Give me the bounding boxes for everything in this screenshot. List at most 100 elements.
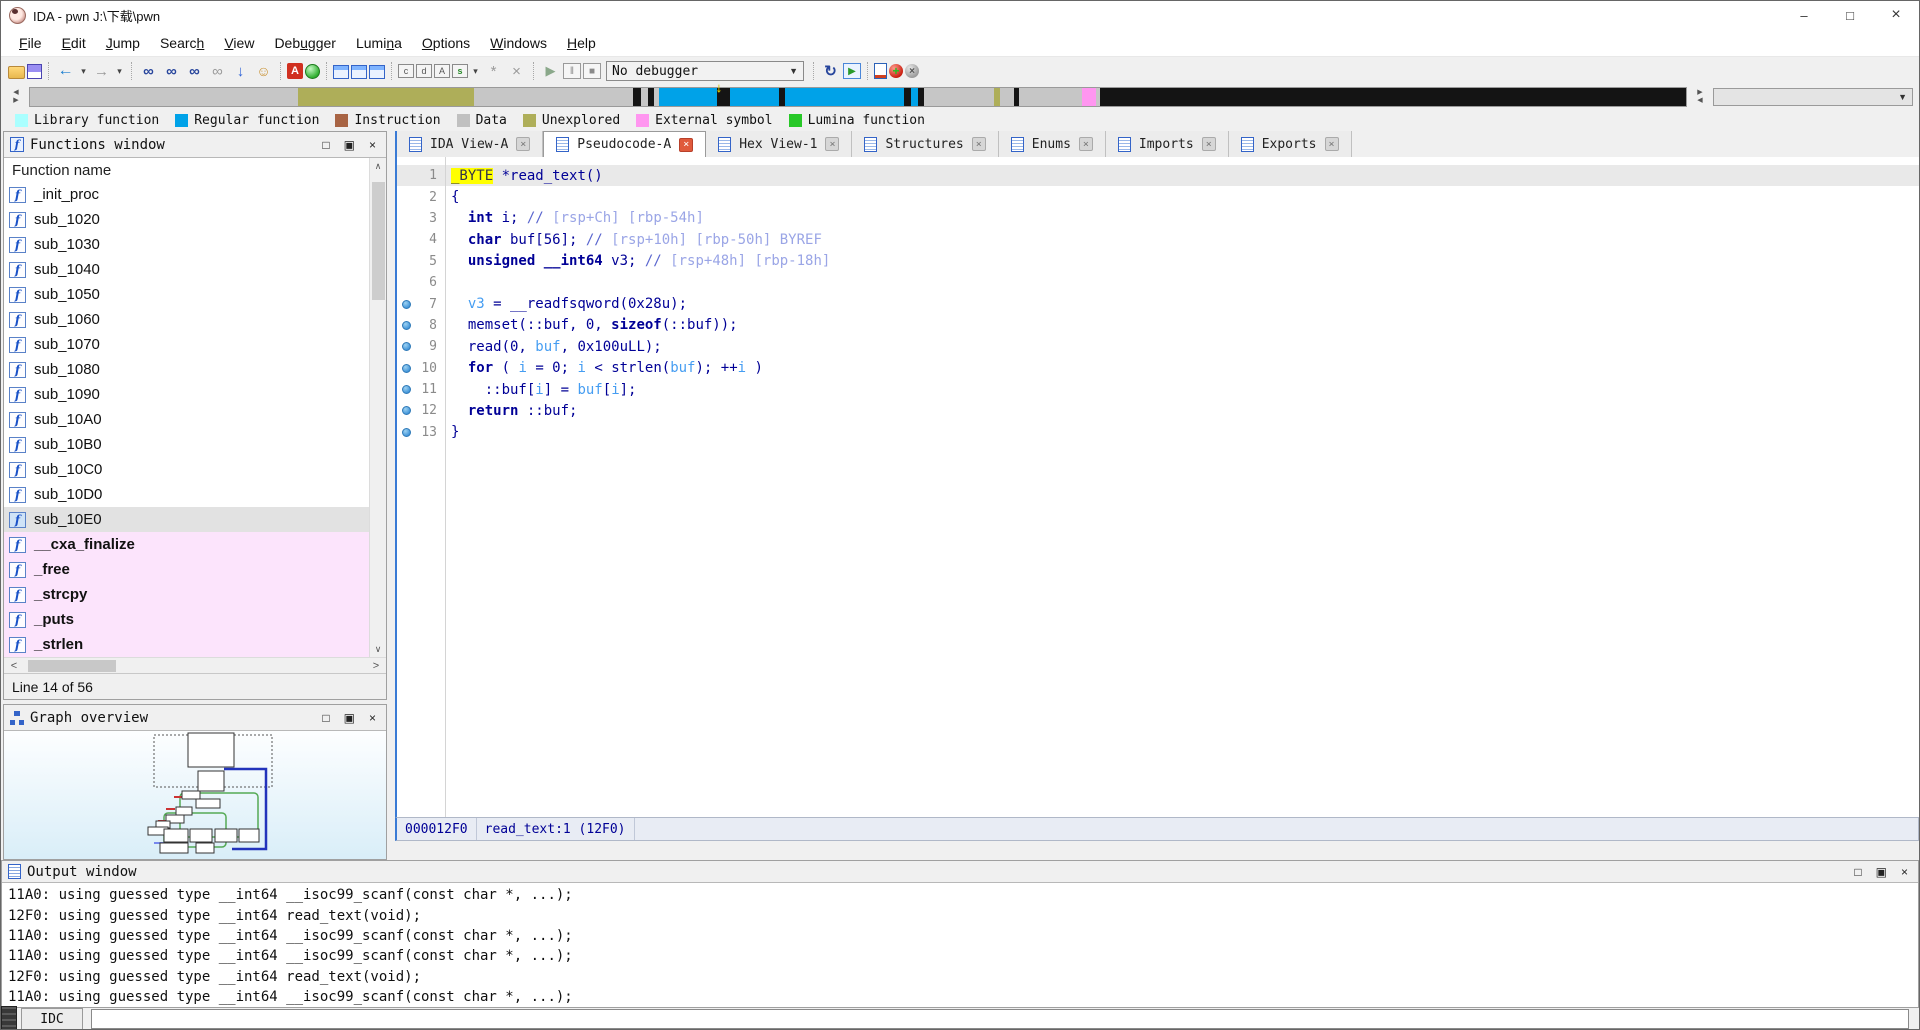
back-history-dropdown-icon[interactable]: ▾ xyxy=(78,61,89,82)
tab-close-icon[interactable]: × xyxy=(971,137,986,151)
tab-close-icon[interactable]: × xyxy=(825,137,840,151)
tab-imports[interactable]: Imports × xyxy=(1105,131,1229,157)
code-line-3[interactable]: 3 int i; // [rsp+Ch] [rbp-54h] xyxy=(397,208,1919,229)
jump-to-address-icon[interactable]: ↓ xyxy=(230,61,251,82)
code-line-7[interactable]: 7 v3 = __readfsqword(0x28u); xyxy=(397,293,1919,314)
debugger-stop-icon[interactable]: ■ xyxy=(583,63,601,79)
menu-view[interactable]: View xyxy=(214,32,264,54)
minimize-button[interactable]: – xyxy=(1781,1,1827,29)
menu-lumina[interactable]: Lumina xyxy=(346,32,412,54)
code-line-4[interactable]: 4 char buf[56]; // [rsp+10h] [rbp-50h] B… xyxy=(397,229,1919,250)
tab-close-icon[interactable]: × xyxy=(516,137,531,151)
lumina-icon[interactable] xyxy=(305,63,320,79)
script-command-icon[interactable] xyxy=(874,63,887,79)
cli-input[interactable] xyxy=(91,1009,1909,1029)
function-name-column-header[interactable]: Function name xyxy=(4,158,386,182)
close-panel-button[interactable]: × xyxy=(1901,866,1908,878)
menu-jump[interactable]: Jump xyxy=(96,32,150,54)
function-row[interactable]: f sub_1070 xyxy=(4,332,369,357)
undefine-icon[interactable]: × xyxy=(506,61,527,82)
navband-arrow-icon[interactable]: ▶ xyxy=(1694,89,1706,97)
float-panel-button[interactable]: ▣ xyxy=(344,139,355,151)
tab-close-icon[interactable]: × xyxy=(679,137,694,152)
scroll-up-icon[interactable]: ∧ xyxy=(375,158,382,174)
close-panel-button[interactable]: × xyxy=(369,139,376,151)
menu-file[interactable]: File xyxy=(9,32,52,54)
functions-horizontal-scrollbar[interactable]: < > xyxy=(4,657,386,673)
reanalyze-icon[interactable]: A xyxy=(287,63,303,79)
close-panel-button[interactable]: × xyxy=(369,712,376,724)
make-data-icon[interactable]: d xyxy=(416,64,432,78)
tab-close-icon[interactable]: × xyxy=(1324,137,1339,151)
menu-options[interactable]: Options xyxy=(412,32,480,54)
function-row[interactable]: f _strlen xyxy=(4,632,369,657)
function-row[interactable]: f _free xyxy=(4,557,369,582)
search-next-icon[interactable]: ∞ xyxy=(207,61,228,82)
recompile-icon[interactable]: ↻ xyxy=(820,61,841,82)
menu-edit[interactable]: Edit xyxy=(52,32,96,54)
add-breakpoint-icon[interactable]: + xyxy=(889,64,903,78)
function-row[interactable]: f sub_10A0 xyxy=(4,407,369,432)
float-panel-button[interactable]: ▣ xyxy=(344,712,355,724)
tab-enums[interactable]: Enums × xyxy=(998,131,1106,157)
navband-range-selector[interactable]: ▼ xyxy=(1713,88,1913,106)
tab-hex-view-1[interactable]: Hex View-1 × xyxy=(706,131,853,157)
code-line-6[interactable]: 6 xyxy=(397,272,1919,293)
navband-arrow-icon[interactable]: ▶ xyxy=(10,97,22,105)
open-hex-window-icon[interactable] xyxy=(351,65,367,79)
code-line-11[interactable]: 11 ::buf[i] = buf[i]; xyxy=(397,379,1919,400)
forward-history-dropdown-icon[interactable]: ▾ xyxy=(114,61,125,82)
vertical-scroll-thumb[interactable] xyxy=(371,182,385,300)
function-row[interactable]: f sub_10E0 xyxy=(4,507,369,532)
function-row[interactable]: f sub_1050 xyxy=(4,282,369,307)
search-immediate-icon[interactable]: ∞ xyxy=(184,61,205,82)
navband-left-arrows[interactable]: ◀ ▶ xyxy=(10,89,22,105)
tab-pseudocode-a[interactable]: Pseudocode-A × xyxy=(543,131,707,157)
function-row[interactable]: f _init_proc xyxy=(4,182,369,207)
maximize-panel-button[interactable]: □ xyxy=(322,139,329,151)
function-row[interactable]: f sub_1030 xyxy=(4,232,369,257)
function-row[interactable]: f sub_1060 xyxy=(4,307,369,332)
code-line-8[interactable]: 8 memset(::buf, 0, sizeof(::buf)); xyxy=(397,315,1919,336)
search-text-icon[interactable]: ∞ xyxy=(138,61,159,82)
function-row[interactable]: f _strcpy xyxy=(4,582,369,607)
debugger-selector[interactable]: No debugger ▼ xyxy=(606,61,804,81)
tab-close-icon[interactable]: × xyxy=(1078,137,1093,151)
collapsed-sidebar-handle[interactable] xyxy=(1,1006,17,1029)
code-line-12[interactable]: 12 return ::buf; xyxy=(397,400,1919,421)
tab-ida-view-a[interactable]: IDA View-A × xyxy=(397,131,544,157)
horizontal-scroll-thumb[interactable] xyxy=(28,659,116,672)
scroll-down-icon[interactable]: ∨ xyxy=(375,641,382,657)
pseudocode-view[interactable]: 1 _BYTE *read_text() 2{3 int i; // [rsp+Ch… xyxy=(395,157,1919,817)
tab-structures[interactable]: Structures × xyxy=(852,131,999,157)
function-row[interactable]: f sub_10D0 xyxy=(4,482,369,507)
function-row[interactable]: f sub_10C0 xyxy=(4,457,369,482)
code-line-2[interactable]: 2{ xyxy=(397,186,1919,207)
maximize-panel-button[interactable]: □ xyxy=(322,712,329,724)
menu-help[interactable]: Help xyxy=(557,32,606,54)
debugger-start-icon[interactable]: ▶ xyxy=(540,61,561,82)
navband-right-arrows[interactable]: ▶ ◀ xyxy=(1694,89,1706,105)
code-line-5[interactable]: 5 unsigned __int64 v3; // [rsp+48h] [rbp… xyxy=(397,251,1919,272)
menu-search[interactable]: Search xyxy=(150,32,214,54)
navigate-forward-icon[interactable]: → xyxy=(91,61,112,82)
make-dropdown-icon[interactable]: ▾ xyxy=(470,61,481,82)
tab-exports[interactable]: Exports × xyxy=(1228,131,1352,157)
patch-program-icon[interactable]: * xyxy=(483,61,504,82)
function-row[interactable]: f sub_1090 xyxy=(4,382,369,407)
function-row[interactable]: f sub_1040 xyxy=(4,257,369,282)
float-panel-button[interactable]: ▣ xyxy=(1876,866,1887,878)
code-line-13[interactable]: 13} xyxy=(397,422,1919,443)
open-disassembly-window-icon[interactable] xyxy=(333,65,349,79)
navigate-back-icon[interactable]: ← xyxy=(55,61,76,82)
function-row[interactable]: f __cxa_finalize xyxy=(4,532,369,557)
make-string-icon[interactable]: A xyxy=(434,64,450,78)
open-file-icon[interactable] xyxy=(8,66,25,79)
interpreter-selector-button[interactable]: IDC xyxy=(21,1008,83,1029)
menu-debugger[interactable]: Debugger xyxy=(264,32,346,54)
function-row[interactable]: f sub_1020 xyxy=(4,207,369,232)
maximize-panel-button[interactable]: □ xyxy=(1854,866,1861,878)
search-names-icon[interactable]: ∞ xyxy=(161,61,182,82)
code-line-9[interactable]: 9 read(0, buf, 0x100uLL); xyxy=(397,336,1919,357)
functions-vertical-scrollbar[interactable]: ∧ ∨ xyxy=(369,158,386,657)
